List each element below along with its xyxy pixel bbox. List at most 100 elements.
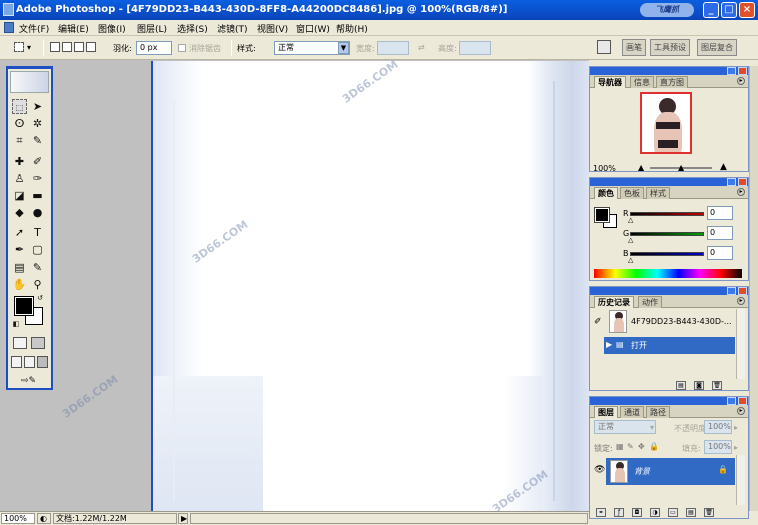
add-selection-icon[interactable]	[62, 42, 72, 52]
new-adjustment-layer-icon[interactable]: ◑	[650, 508, 660, 517]
feather-input[interactable]: 0 px	[136, 41, 172, 55]
notes-tool-icon[interactable]: ▤	[12, 260, 27, 275]
lock-transparency-icon[interactable]: ▦	[616, 442, 624, 451]
menu-view[interactable]: 视图(V)	[257, 22, 288, 35]
path-selection-tool-icon[interactable]: ➚	[12, 225, 27, 240]
channel-b-handle-icon[interactable]: △	[628, 257, 633, 264]
pen-tool-icon[interactable]: ✒	[12, 242, 27, 257]
menu-window[interactable]: 窗口(W)	[296, 22, 330, 35]
history-snapshot-thumbnail[interactable]	[609, 310, 627, 333]
palette-well-layer-comps[interactable]: 图层复合	[697, 39, 737, 56]
tab-info[interactable]: 信息	[630, 76, 654, 88]
history-snapshot-name[interactable]: 4F79DD23-B443-430D-...	[631, 317, 732, 326]
clone-stamp-tool-icon[interactable]: ♙	[12, 171, 27, 186]
lasso-tool-icon[interactable]: ⵙ	[12, 116, 27, 131]
zoom-in-icon[interactable]: ▲	[720, 162, 727, 172]
screen-mode-menubar-icon[interactable]	[24, 356, 35, 368]
close-button[interactable]: ×	[739, 2, 755, 18]
channel-g-input[interactable]: 0	[707, 226, 733, 240]
delete-state-icon[interactable]: 🗑	[712, 381, 722, 390]
channel-r-handle-icon[interactable]: △	[628, 217, 633, 224]
swap-dimensions-icon[interactable]: ⇄	[418, 43, 425, 52]
healing-brush-tool-icon[interactable]: ✚	[12, 154, 27, 169]
slice-tool-icon[interactable]: ✎	[30, 133, 45, 148]
eraser-tool-icon[interactable]: ◪	[12, 188, 27, 203]
zoom-slider-handle-icon[interactable]: ▲	[678, 163, 684, 172]
horizontal-scrollbar[interactable]	[190, 513, 588, 524]
style-dropdown-arrow-icon[interactable]: ▼	[338, 42, 349, 54]
zoom-field[interactable]: 100%	[1, 513, 35, 524]
layer-row-background[interactable]: 背景 🔒	[606, 458, 735, 485]
layer-mask-icon[interactable]: ◘	[632, 508, 642, 517]
panel-header[interactable]	[590, 178, 748, 186]
history-scrollbar[interactable]	[736, 309, 745, 379]
new-group-icon[interactable]: ▭	[668, 508, 678, 517]
tab-actions[interactable]: 动作	[638, 296, 662, 308]
history-brush-tool-icon[interactable]: ✑	[30, 171, 45, 186]
lock-all-icon[interactable]: 🔒	[649, 442, 659, 451]
zoom-tool-icon[interactable]: ⚲	[30, 277, 45, 292]
navigator-thumbnail[interactable]	[640, 92, 692, 154]
document-icon[interactable]	[4, 22, 14, 33]
panel-minimize-icon[interactable]	[727, 67, 736, 75]
tab-navigator[interactable]: 导航器	[594, 76, 626, 88]
status-menu-arrow-icon[interactable]: ▶	[178, 513, 188, 524]
height-input[interactable]	[459, 41, 491, 55]
quick-mask-icon[interactable]	[31, 337, 45, 349]
new-snapshot-icon[interactable]: ◙	[694, 381, 704, 390]
tab-color[interactable]: 颜色	[594, 187, 618, 199]
color-spectrum-bar[interactable]	[594, 269, 742, 278]
panel-header[interactable]	[590, 287, 748, 295]
opacity-arrow-icon[interactable]: ▸	[734, 423, 738, 432]
blend-mode-dropdown-arrow-icon[interactable]: ▾	[650, 423, 654, 432]
panel-minimize-icon[interactable]	[727, 178, 736, 186]
layer-visibility-eye-icon[interactable]: 👁	[594, 465, 605, 475]
delete-layer-icon[interactable]: 🗑	[704, 508, 714, 517]
panel-menu-icon[interactable]: ▸	[737, 407, 745, 415]
navigator-zoom[interactable]: 100%	[593, 164, 616, 173]
panel-header[interactable]	[590, 397, 748, 405]
intersect-selection-icon[interactable]	[86, 42, 96, 52]
menu-select[interactable]: 选择(S)	[177, 22, 208, 35]
panel-minimize-icon[interactable]	[727, 397, 736, 405]
antialias-checkbox[interactable]	[178, 44, 186, 52]
jump-to-imageready-icon[interactable]: ⇨✎	[12, 374, 45, 389]
panel-menu-icon[interactable]: ▸	[737, 297, 745, 305]
dodge-tool-icon[interactable]: ●	[30, 205, 45, 220]
screen-mode-full-icon[interactable]	[37, 356, 48, 368]
channel-b-slider[interactable]	[630, 252, 704, 256]
file-browser-icon[interactable]	[597, 40, 611, 54]
standard-mode-icon[interactable]	[13, 337, 27, 349]
brush-tool-icon[interactable]: ✐	[30, 154, 45, 169]
type-tool-icon[interactable]: T	[30, 225, 45, 240]
menu-filter[interactable]: 滤镜(T)	[217, 22, 248, 35]
panel-minimize-icon[interactable]	[727, 287, 736, 295]
photoshop-app-icon[interactable]	[3, 3, 14, 16]
history-state-open[interactable]: ▶ ▤ 打开	[604, 337, 735, 354]
new-layer-icon[interactable]: ▤	[686, 508, 696, 517]
panel-close-icon[interactable]	[738, 287, 747, 295]
title-bar[interactable]: Adobe Photoshop - [4F79DD23-B443-430D-8F…	[0, 0, 758, 20]
screen-mode-standard-icon[interactable]	[11, 356, 22, 368]
lock-position-icon[interactable]: ✥	[638, 442, 645, 451]
channel-g-slider[interactable]	[630, 232, 704, 236]
document-canvas[interactable]	[151, 61, 589, 511]
link-layers-icon[interactable]: ⚭	[596, 508, 606, 517]
new-selection-icon[interactable]	[50, 42, 60, 52]
fill-input[interactable]: 100%	[704, 440, 732, 454]
fill-arrow-icon[interactable]: ▸	[734, 443, 738, 452]
menu-help[interactable]: 帮助(H)	[336, 22, 368, 35]
subtract-selection-icon[interactable]	[74, 42, 84, 52]
rect-marquee-tool-icon[interactable]: ⬚	[12, 99, 27, 114]
tab-channels[interactable]: 通道	[620, 406, 644, 418]
layers-scrollbar[interactable]	[736, 455, 745, 505]
crop-tool-icon[interactable]: ⌗	[12, 133, 27, 148]
channel-b-input[interactable]: 0	[707, 246, 733, 260]
blend-mode-select[interactable]: 正常	[594, 420, 656, 434]
tab-layers[interactable]: 图层	[594, 406, 618, 418]
history-brush-source-icon[interactable]: ✐	[594, 317, 602, 327]
menu-layer[interactable]: 图层(L)	[137, 22, 167, 35]
default-colors-icon[interactable]: ◧	[12, 320, 20, 328]
color-fg-swatch[interactable]	[594, 207, 610, 223]
shape-tool-icon[interactable]: ▢	[30, 242, 45, 257]
